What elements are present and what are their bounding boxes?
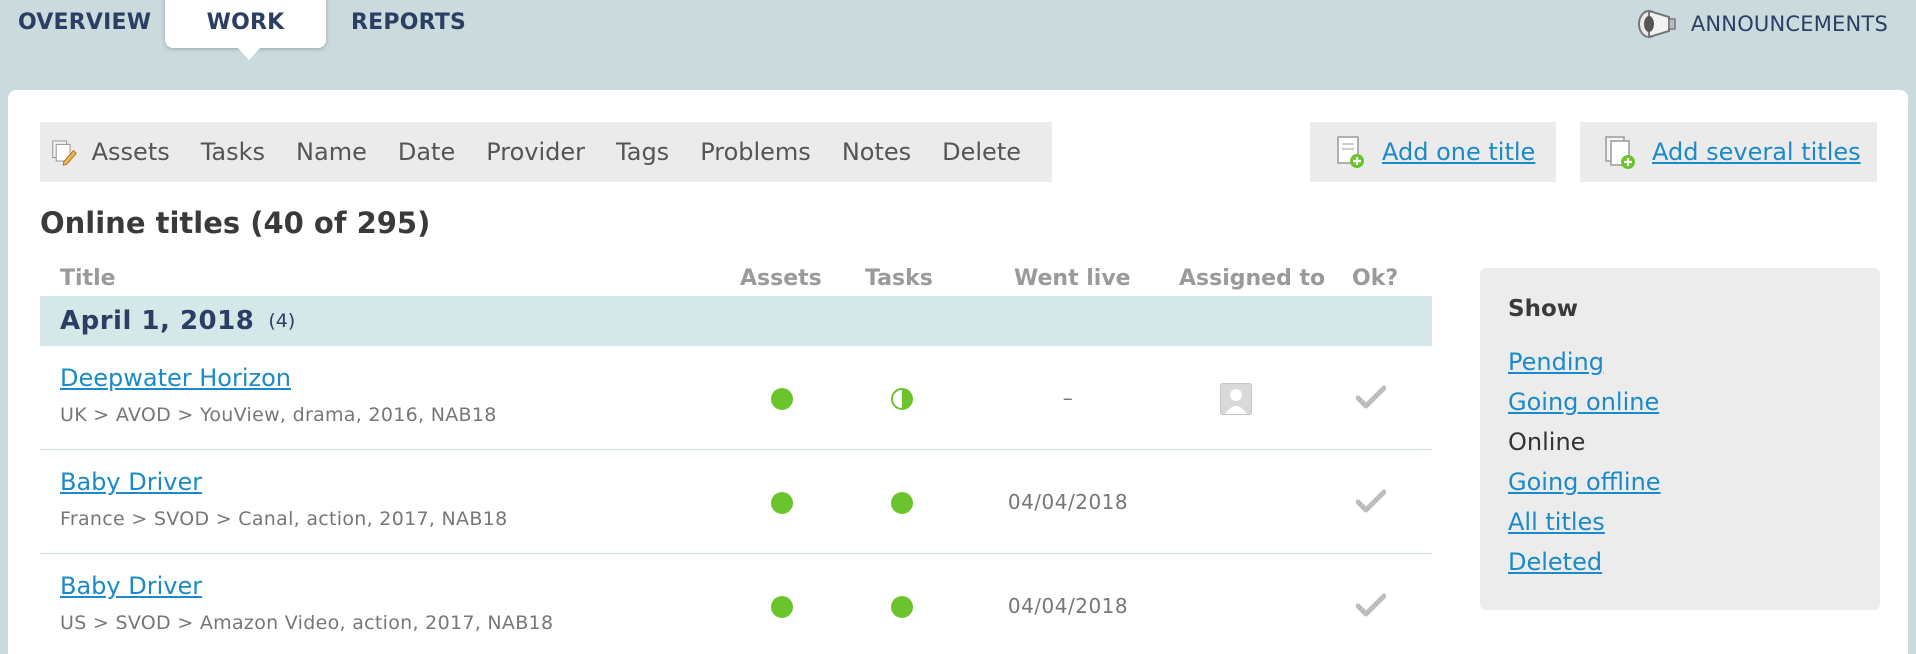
- went-live-value: 04/04/2018: [1007, 594, 1129, 618]
- toolbar-delete[interactable]: Delete: [942, 138, 1021, 166]
- filter-online-current: Online: [1508, 428, 1586, 456]
- header-title[interactable]: Title: [60, 266, 116, 291]
- checkmark-icon[interactable]: [1356, 384, 1386, 410]
- toolbar-provider[interactable]: Provider: [486, 138, 585, 166]
- tasks-status-icon[interactable]: [891, 388, 913, 410]
- megaphone-icon: [1637, 9, 1676, 39]
- avatar-silhouette: [1225, 389, 1247, 414]
- went-live-value: 04/04/2018: [1007, 490, 1129, 514]
- toolbar-name[interactable]: Name: [296, 138, 367, 166]
- top-navigation: OVERVIEW WORK REPORTS ANNOUNCEMENTS: [0, 0, 1916, 90]
- group-date: April 1, 2018: [60, 306, 255, 336]
- title-link[interactable]: Baby Driver: [60, 572, 202, 600]
- announcements-link[interactable]: ANNOUNCEMENTS: [1635, 8, 1888, 40]
- add-documents-icon: [1605, 136, 1635, 169]
- table-header: Title Assets Tasks Went live Assigned to…: [40, 262, 1432, 296]
- toolbar-assets[interactable]: Assets: [92, 138, 170, 166]
- column-toolbar: Assets Tasks Name Date Provider Tags Pro…: [40, 122, 1052, 182]
- assets-status-icon[interactable]: [771, 388, 793, 410]
- show-filter-title: Show: [1508, 296, 1578, 322]
- title-meta: US > SVOD > Amazon Video, action, 2017, …: [60, 612, 554, 634]
- group-count: (4): [268, 310, 296, 332]
- title-link[interactable]: Baby Driver: [60, 468, 202, 496]
- toolbar-tags[interactable]: Tags: [616, 138, 669, 166]
- checkmark-icon[interactable]: [1356, 488, 1386, 514]
- title-meta: UK > AVOD > YouView, drama, 2016, NAB18: [60, 404, 497, 426]
- filter-all-titles[interactable]: All titles: [1508, 502, 1661, 542]
- add-one-title-button[interactable]: Add one title: [1310, 122, 1556, 182]
- add-one-title-link[interactable]: Add one title: [1382, 138, 1535, 166]
- header-tasks[interactable]: Tasks: [865, 266, 933, 291]
- announcements-label: ANNOUNCEMENTS: [1690, 12, 1888, 36]
- checkmark-icon[interactable]: [1356, 592, 1386, 618]
- work-panel: Assets Tasks Name Date Provider Tags Pro…: [8, 90, 1908, 654]
- user-placeholder-icon[interactable]: [1220, 383, 1252, 415]
- header-assets[interactable]: Assets: [740, 266, 822, 291]
- tab-overview[interactable]: OVERVIEW: [18, 10, 151, 35]
- show-filter-panel: Show Pending Going online Online Going o…: [1480, 268, 1880, 610]
- title-link[interactable]: Deepwater Horizon: [60, 364, 291, 392]
- add-several-titles-link[interactable]: Add several titles: [1652, 138, 1861, 166]
- filter-going-offline[interactable]: Going offline: [1508, 462, 1661, 502]
- tasks-status-icon[interactable]: [891, 492, 913, 514]
- toolbar-problems[interactable]: Problems: [700, 138, 811, 166]
- table-row: Deepwater Horizon UK > AVOD > YouView, d…: [40, 346, 1432, 450]
- edit-documents-icon: [52, 140, 77, 166]
- table-row: Baby Driver US > SVOD > Amazon Video, ac…: [40, 554, 1432, 654]
- add-several-titles-button[interactable]: Add several titles: [1580, 122, 1877, 182]
- filter-going-online[interactable]: Going online: [1508, 382, 1661, 422]
- header-assigned-to[interactable]: Assigned to: [1179, 266, 1325, 291]
- add-document-icon: [1337, 136, 1364, 168]
- tab-reports[interactable]: REPORTS: [351, 10, 466, 35]
- date-group-header: April 1, 2018 (4): [40, 296, 1432, 346]
- filter-pending[interactable]: Pending: [1508, 342, 1661, 382]
- show-filter-list: Pending Going online Online Going offlin…: [1508, 342, 1661, 582]
- table-row: Baby Driver France > SVOD > Canal, actio…: [40, 450, 1432, 554]
- tasks-status-icon[interactable]: [891, 596, 913, 618]
- toolbar-date[interactable]: Date: [398, 138, 455, 166]
- header-went-live[interactable]: Went live: [1014, 266, 1131, 291]
- assets-status-icon[interactable]: [771, 596, 793, 618]
- assets-status-icon[interactable]: [771, 492, 793, 514]
- title-meta: France > SVOD > Canal, action, 2017, NAB…: [60, 508, 508, 530]
- toolbar-notes[interactable]: Notes: [842, 138, 911, 166]
- toolbar-tasks[interactable]: Tasks: [201, 138, 265, 166]
- went-live-value: –: [1062, 386, 1074, 410]
- filter-deleted[interactable]: Deleted: [1508, 542, 1661, 582]
- header-ok[interactable]: Ok?: [1352, 266, 1398, 291]
- tab-work[interactable]: WORK: [165, 0, 326, 60]
- page-title: Online titles (40 of 295): [40, 206, 431, 240]
